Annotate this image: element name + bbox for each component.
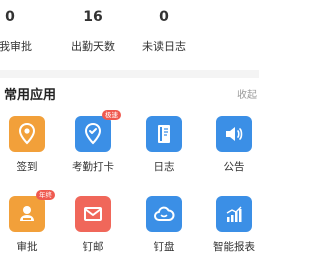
app-icon-tile xyxy=(9,116,45,152)
speaker-icon xyxy=(226,127,243,141)
app-label: 考勤打卡 xyxy=(72,161,114,173)
app-attendance[interactable]: 极速 考勤打卡 xyxy=(58,110,128,186)
app-label: 审批 xyxy=(16,241,38,253)
app-icon-tile xyxy=(146,116,182,152)
app-drive[interactable]: 钉盘 xyxy=(129,196,199,266)
stat-label: 未读日志 xyxy=(142,40,186,53)
app-icon-tile xyxy=(75,116,111,152)
person-stamp-icon xyxy=(20,206,34,221)
badge: 年终 xyxy=(36,190,55,200)
stat-value: 0 xyxy=(159,9,169,25)
stat-value: 0 xyxy=(5,9,15,25)
stat-label: 待我审批 xyxy=(0,40,32,53)
app-icon-tile xyxy=(146,196,182,232)
app-smart-report[interactable]: 智能报表 xyxy=(199,196,269,266)
section-divider xyxy=(0,70,259,78)
app-label: 日志 xyxy=(153,161,175,173)
badge: 极速 xyxy=(102,110,121,120)
app-label: 签到 xyxy=(16,161,38,173)
app-label: 公告 xyxy=(223,161,245,173)
stats-bar: 0 待我审批 16 出勤天数 0 未读日志 xyxy=(0,0,259,70)
app-icon-tile xyxy=(9,196,45,232)
stat-label: 出勤天数 xyxy=(71,40,115,53)
app-icon-tile xyxy=(216,196,252,232)
app-icon-tile xyxy=(216,116,252,152)
check-location-icon xyxy=(84,122,102,145)
app-announcement[interactable]: 公告 xyxy=(199,116,269,186)
app-approval[interactable]: 年终 审批 xyxy=(0,190,62,266)
app-label: 智能报表 xyxy=(213,241,255,253)
app-icon-tile xyxy=(75,196,111,232)
app-log[interactable]: 日志 xyxy=(129,116,199,186)
app-checkin[interactable]: 签到 xyxy=(0,116,62,186)
bar-chart-icon xyxy=(226,206,242,222)
collapse-link[interactable]: 收起 xyxy=(237,89,257,103)
cloud-icon xyxy=(154,206,175,221)
stat-value: 16 xyxy=(83,9,103,25)
mail-icon xyxy=(84,207,102,221)
app-label: 钉邮 xyxy=(82,241,104,253)
notebook-icon xyxy=(158,125,170,143)
app-label: 钉盘 xyxy=(153,241,175,253)
section-title: 常用应用 xyxy=(4,88,57,103)
location-pin-icon xyxy=(18,122,36,145)
app-mail[interactable]: 钉邮 xyxy=(58,196,128,266)
